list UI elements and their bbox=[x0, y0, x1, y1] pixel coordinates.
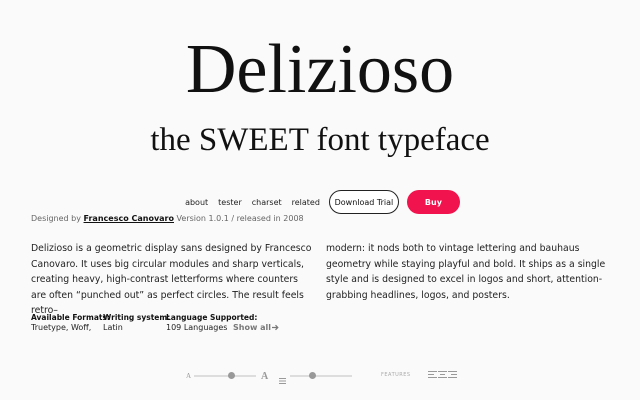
buy-button[interactable]: Buy bbox=[406, 190, 460, 214]
download-trial-button[interactable]: Download Trial bbox=[328, 190, 399, 214]
writing-system-label: Writing system: bbox=[103, 313, 171, 322]
writing-system-info: Writing system: Latin bbox=[103, 313, 170, 333]
nav-link-related[interactable]: related bbox=[292, 198, 320, 207]
font-size-slider[interactable] bbox=[194, 375, 256, 377]
nav-link-charset[interactable]: charset bbox=[252, 198, 282, 207]
nav-link-tester[interactable]: tester bbox=[218, 198, 242, 207]
nav-link-about[interactable]: about bbox=[185, 198, 208, 207]
hero-subtitle: the SWEET font typeface bbox=[150, 122, 490, 158]
arrow-right-icon bbox=[272, 324, 279, 331]
writing-system-value: Latin bbox=[103, 323, 123, 332]
font-size-large-icon: A bbox=[261, 370, 269, 382]
formats-value: Truetype, Woff, bbox=[31, 323, 92, 332]
version-info: Version 1.0.1 / released in 2008 bbox=[176, 214, 304, 223]
features-button[interactable]: FEATURES bbox=[381, 372, 411, 378]
formats-label: Available Formats: bbox=[31, 313, 110, 322]
font-size-slider-handle[interactable] bbox=[228, 372, 235, 379]
description-column-2: modern: it nods both to vintage letterin… bbox=[326, 243, 606, 301]
line-height-slider-handle[interactable] bbox=[309, 372, 316, 379]
align-right-icon[interactable] bbox=[448, 371, 457, 380]
align-left-icon[interactable] bbox=[428, 371, 437, 380]
align-center-icon[interactable] bbox=[438, 371, 447, 380]
designer-credit: Designed by Francesco Canovaro Version 1… bbox=[31, 214, 304, 223]
credit-prefix: Designed by bbox=[31, 214, 81, 223]
top-nav: about tester charset related Download Tr… bbox=[0, 190, 640, 214]
hero-title: Delizioso bbox=[185, 31, 455, 108]
line-height-icon bbox=[279, 378, 286, 384]
description-column-1: Delizioso is a geometric display sans de… bbox=[31, 243, 312, 316]
language-info: Language Supported: 109 Languages Show a… bbox=[166, 313, 279, 333]
line-height-slider[interactable] bbox=[290, 375, 352, 377]
language-value: 109 Languages bbox=[166, 323, 228, 332]
font-size-small-icon: A bbox=[186, 372, 192, 380]
type-tester-toolbar: A A FEATURES bbox=[0, 368, 640, 384]
language-label: Language Supported: bbox=[166, 313, 258, 322]
show-all-link[interactable]: Show all bbox=[233, 323, 279, 332]
designer-link[interactable]: Francesco Canovaro bbox=[84, 214, 174, 223]
formats-info: Available Formats: Truetype, Woff, bbox=[31, 313, 110, 333]
